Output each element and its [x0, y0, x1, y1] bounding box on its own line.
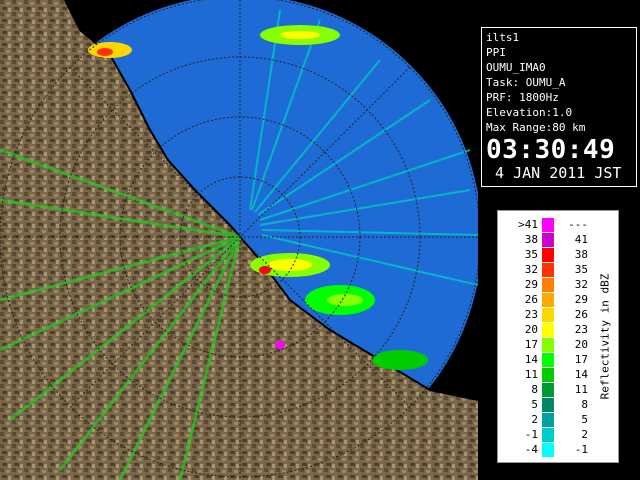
legend-low-value: 38: [524, 233, 538, 246]
legend-row: 25: [498, 412, 594, 428]
legend-high-value: 2: [581, 428, 588, 441]
legend-row: 58: [498, 397, 594, 413]
legend-high-value: 23: [574, 323, 588, 336]
legend-low-value: >41: [518, 218, 538, 231]
legend-low-value: 2: [531, 413, 538, 426]
legend-high-value: 29: [574, 293, 588, 306]
legend-low-value: 23: [524, 308, 538, 321]
legend-high-value: 35: [574, 263, 588, 276]
legend-color-swatch: [542, 308, 554, 322]
legend-low-value: 29: [524, 278, 538, 291]
legend-high-value: 11: [574, 383, 588, 396]
legend-row: 35 38: [498, 247, 594, 263]
legend-color-swatch: [542, 263, 554, 277]
legend-high-value: 38: [574, 248, 588, 261]
date-display: 4 JAN 2011 JST: [486, 164, 622, 182]
prf-label: PRF: 1800Hz: [486, 91, 559, 104]
legend-high-value: ---: [568, 218, 588, 231]
legend-low-value: 11: [524, 368, 538, 381]
legend-color-swatch: [542, 338, 554, 352]
legend-high-value: 14: [574, 368, 588, 381]
legend-color-swatch: [542, 353, 554, 367]
legend-color-swatch: [542, 278, 554, 292]
legend-row: >41 ---: [498, 217, 594, 233]
legend-row: -1 2: [498, 427, 594, 443]
legend-color-swatch: [542, 383, 554, 397]
legend-low-value: 8: [531, 383, 538, 396]
legend-row: 26 29: [498, 292, 594, 308]
legend-low-value: 20: [524, 323, 538, 336]
legend-color-swatch: [542, 368, 554, 382]
legend-high-value: 41: [574, 233, 588, 246]
legend-low-value: 26: [524, 293, 538, 306]
product-name: OUMU_IMA0: [486, 61, 546, 74]
legend-row: 20 23: [498, 322, 594, 338]
legend-low-value: 14: [524, 353, 538, 366]
legend-high-value: 26: [574, 308, 588, 321]
product-type: PPI: [486, 46, 506, 59]
legend-row: 29 32: [498, 277, 594, 293]
time-display: 03:30:49: [486, 135, 616, 165]
legend-row: 23 26: [498, 307, 594, 323]
legend-color-swatch: [542, 293, 554, 307]
legend-high-value: 5: [581, 413, 588, 426]
legend-color-swatch: [542, 443, 554, 457]
legend-low-value: 35: [524, 248, 538, 261]
site-name: ilts1: [486, 31, 520, 44]
legend-low-value: 32: [524, 263, 538, 276]
legend-row: 17 20: [498, 337, 594, 353]
legend-high-value: 20: [574, 338, 588, 351]
legend-low-value: -4: [524, 443, 538, 456]
legend-high-value: 32: [574, 278, 588, 291]
max-range-label: Max Range:80 km: [486, 121, 586, 134]
legend-color-swatch: [542, 248, 554, 262]
legend-low-value: -1: [524, 428, 538, 441]
legend-low-value: 17: [524, 338, 538, 351]
legend-row: 11 14: [498, 367, 594, 383]
elevation-label: Elevation:1.0: [486, 106, 573, 119]
legend-low-value: 5: [531, 398, 538, 411]
legend-high-value: 8: [581, 398, 588, 411]
legend-color-swatch: [542, 428, 554, 442]
legend-color-swatch: [542, 233, 554, 247]
legend-title: Reflectivity in dBZ: [598, 273, 612, 399]
product-info-panel: ilts1 PPI OUMU_IMA0 Task: OUMU_A PRF: 18…: [481, 27, 637, 187]
legend-high-value: 17: [574, 353, 588, 366]
reflectivity-legend: >41 --- 38 41 35 38 32 35 29 32 26 29 23 26 20 23 17 20 14…: [497, 210, 619, 463]
legend-color-swatch: [542, 218, 554, 232]
radar-ppi-display[interactable]: [0, 0, 478, 480]
legend-row: 32 35: [498, 262, 594, 278]
task-label: Task: OUMU_A: [486, 76, 566, 89]
legend-row: 38 41: [498, 232, 594, 248]
legend-color-swatch: [542, 413, 554, 427]
legend-row: -4 -1: [498, 442, 594, 458]
legend-color-swatch: [542, 323, 554, 337]
legend-color-swatch: [542, 398, 554, 412]
legend-high-value: -1: [574, 443, 588, 456]
legend-row: 8 11: [498, 382, 594, 398]
legend-row: 14 17: [498, 352, 594, 368]
